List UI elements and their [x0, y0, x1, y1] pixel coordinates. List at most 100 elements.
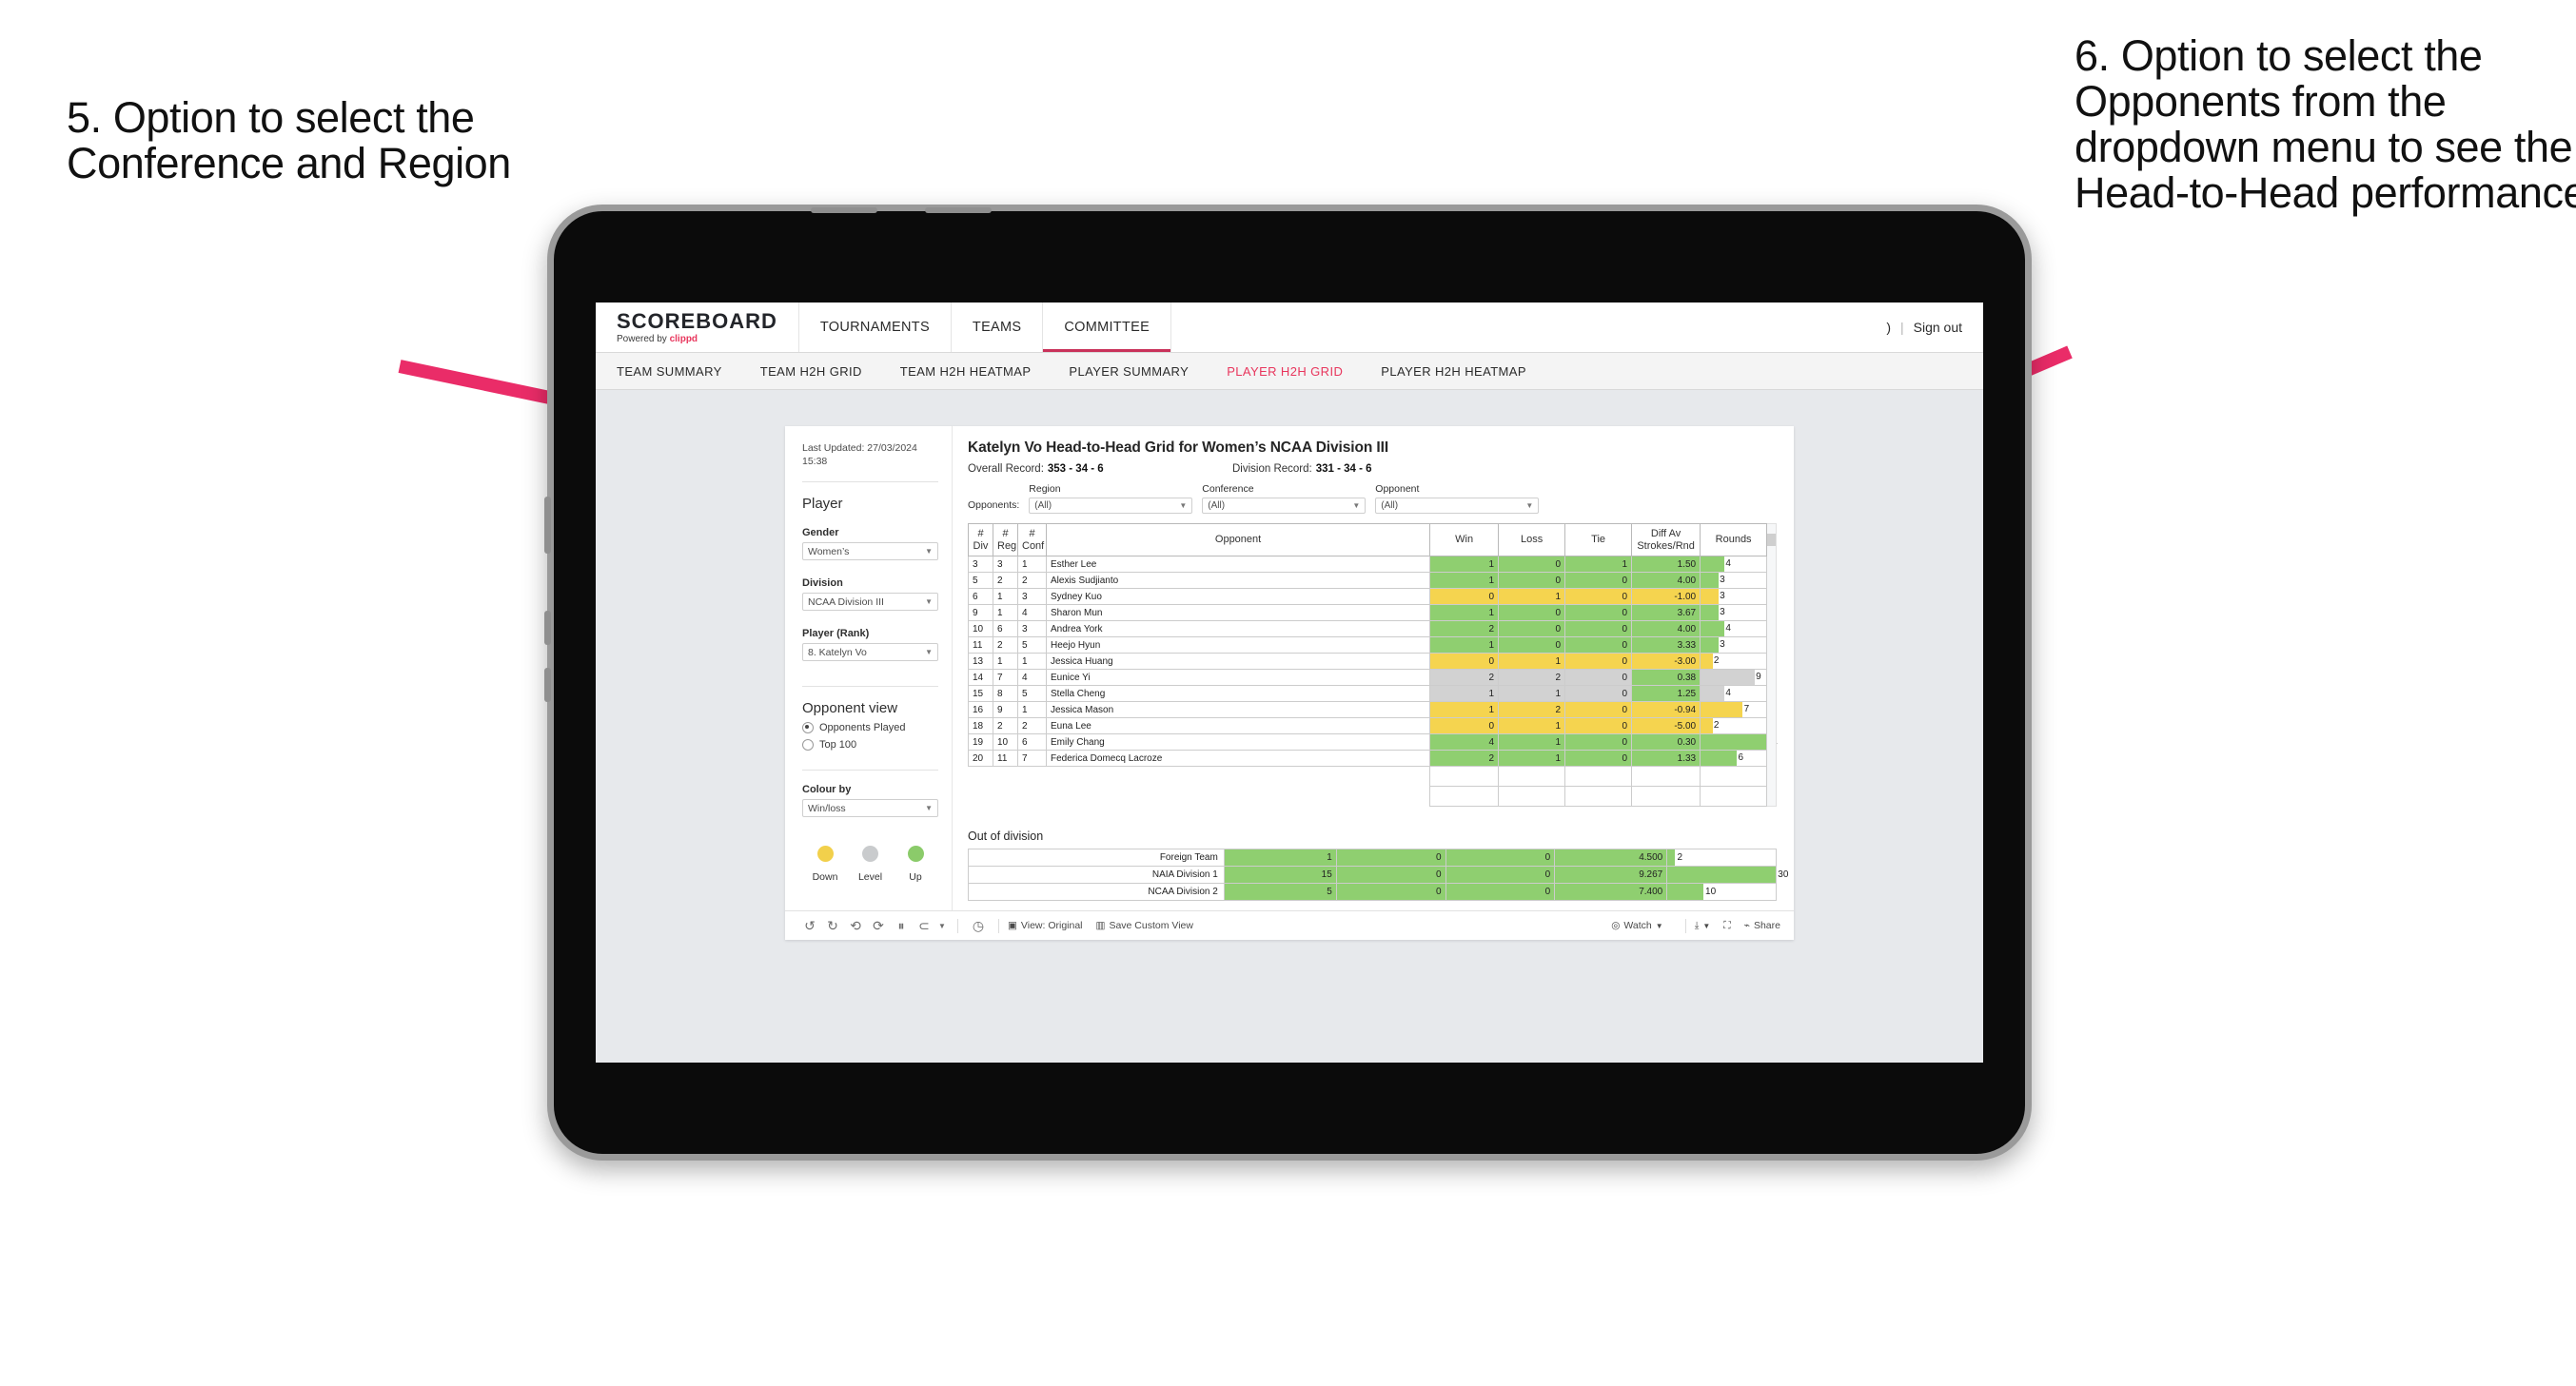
grid-scrollbar[interactable]: [1767, 523, 1777, 808]
page-title: Katelyn Vo Head-to-Head Grid for Women’s…: [968, 439, 1389, 456]
visualization-body: Last Updated: 27/03/2024 15:38 Player Ge…: [785, 426, 1794, 911]
cell-diff: 4.00: [1631, 620, 1701, 638]
cell-rounds: 4: [1700, 556, 1768, 574]
table-row[interactable]: 13 1 1 Jessica Huang 0 1 0 -3.00 2: [968, 653, 1768, 671]
user-chevron-icon[interactable]: ): [1886, 320, 1891, 335]
brand-logo[interactable]: SCOREBOARD Powered by clippd: [596, 303, 799, 352]
cell-div: 20: [968, 750, 993, 768]
refresh-icon[interactable]: ⟳: [867, 918, 890, 934]
table-header-row: # Div # Reg # Conf Opponent Win Loss Tie Di…: [968, 522, 1768, 557]
cell-opponent: Andrea York: [1045, 620, 1431, 638]
colour-by-select[interactable]: Win/loss ▼: [802, 799, 938, 818]
tablet-volume-down-button: [544, 668, 551, 702]
cell-conf: 7: [1017, 750, 1047, 768]
table-row[interactable]: 14 7 4 Eunice Yi 2 2 0 0.38 9: [968, 669, 1768, 687]
cell-win: 1: [1429, 572, 1500, 590]
table-row[interactable]: 15 8 5 Stella Cheng 1 1 0 1.25 4: [968, 685, 1768, 703]
table-row[interactable]: 10 6 3 Andrea York 2 0 0 4.00 4: [968, 620, 1768, 638]
fullscreen-button[interactable]: ⛶: [1723, 920, 1730, 932]
subnav-team-h2h-grid[interactable]: TEAM H2H GRID: [760, 364, 883, 379]
tablet-top-button-2: [925, 207, 992, 213]
cell-diff: 0.38: [1631, 669, 1701, 687]
table-row[interactable]: NCAA Division 2 5 0 0 7.400 10: [968, 883, 1777, 902]
cell-rounds: 2: [1700, 717, 1768, 735]
nav-teams[interactable]: TEAMS: [952, 303, 1044, 352]
app-header: SCOREBOARD Powered by clippd TOURNAMENTS…: [596, 303, 1983, 353]
cell-div: 5: [968, 572, 993, 590]
cell-conf: 1: [1017, 556, 1047, 574]
download-button[interactable]: ⤓ ▼: [1695, 920, 1711, 932]
cell-tie: 0: [1564, 572, 1633, 590]
cell-div: 15: [968, 685, 993, 703]
pause-auto-updates-icon[interactable]: ⏸: [890, 918, 913, 934]
undo-icon[interactable]: ↺: [798, 918, 821, 934]
divider: [802, 770, 938, 771]
player-rank-select[interactable]: 8. Katelyn Vo ▼: [802, 643, 938, 662]
brand-subtitle: Powered by clippd: [617, 334, 777, 344]
clock-history-icon[interactable]: ◷: [967, 918, 990, 934]
cell-win: 0: [1429, 588, 1500, 606]
table-row[interactable]: 16 9 1 Jessica Mason 1 2 0 -0.94 7: [968, 701, 1768, 719]
cell-rounds: 2: [1666, 849, 1777, 868]
grid-scrollbar-thumb[interactable]: [1767, 534, 1776, 546]
division-label: Division: [802, 577, 843, 590]
cell-tie: 0: [1564, 733, 1633, 752]
division-record: Division Record: 331 - 34 - 6: [1232, 463, 1372, 475]
table-row[interactable]: NAIA Division 1 15 0 0 9.267 30: [968, 866, 1788, 885]
table-row[interactable]: 18 2 2 Euna Lee 0 1 0 -5.00 2: [968, 717, 1768, 735]
cell-diff: -3.00: [1631, 653, 1701, 671]
cell-loss: 1: [1498, 717, 1566, 735]
nav-committee[interactable]: COMMITTEE: [1043, 303, 1172, 352]
chevron-down-icon[interactable]: ▼: [935, 922, 949, 930]
redo-icon[interactable]: ↻: [821, 918, 844, 934]
tablet-top-button-1: [811, 207, 877, 213]
subnav-team-summary[interactable]: TEAM SUMMARY: [617, 364, 743, 379]
out-of-division-table: Foreign Team 1 0 0 4.500 2 NAIA Division 1 15 0 0…: [968, 849, 1788, 902]
subnav-team-h2h-heatmap[interactable]: TEAM H2H HEATMAP: [900, 364, 1052, 379]
radio-top-100[interactable]: Top 100: [802, 739, 938, 752]
revert-icon[interactable]: ⟲: [844, 918, 867, 934]
table-row[interactable]: 6 1 3 Sydney Kuo 0 1 0 -1.00 3: [968, 588, 1768, 606]
sign-out-link[interactable]: Sign out: [1914, 320, 1962, 335]
opponent-select[interactable]: (All) ▼: [1375, 498, 1540, 514]
cell-loss: 1: [1498, 685, 1566, 703]
share-button[interactable]: ⌁ Share: [1744, 920, 1780, 931]
cell-opponent: Federica Domecq Lacroze: [1045, 750, 1431, 768]
save-custom-view-button[interactable]: ▥ Save Custom View: [1096, 920, 1193, 931]
cell-tie: 0: [1564, 604, 1633, 622]
cell-rounds: 3: [1700, 636, 1768, 654]
table-row[interactable]: 11 2 5 Heejo Hyun 1 0 0 3.33 3: [968, 636, 1768, 654]
cell-div: 11: [968, 636, 993, 654]
nav-tournaments[interactable]: TOURNAMENTS: [799, 303, 952, 352]
radio-opponents-played[interactable]: Opponents Played: [802, 722, 938, 734]
division-select[interactable]: NCAA Division III ▼: [802, 593, 938, 612]
watch-button[interactable]: ◎ Watch ▼: [1611, 920, 1662, 931]
table-row[interactable]: 3 3 1 Esther Lee 1 0 1 1.50 4: [968, 556, 1768, 574]
table-row[interactable]: 5 2 2 Alexis Sudjianto 1 0 0 4.00 3: [968, 572, 1768, 590]
gender-select[interactable]: Women’s ▼: [802, 542, 938, 561]
cell-conf: 4: [1017, 604, 1047, 622]
reset-icon[interactable]: ⊂: [913, 918, 935, 934]
subnav-player-h2h-heatmap[interactable]: PLAYER H2H HEATMAP: [1381, 364, 1547, 379]
conference-select[interactable]: (All) ▼: [1202, 498, 1367, 514]
colour-by-label: Colour by: [802, 784, 852, 796]
table-row[interactable]: 20 11 7 Federica Domecq Lacroze 2 1 0 1.33 6: [968, 750, 1768, 768]
cell-win: 4: [1429, 733, 1500, 752]
view-original-button[interactable]: ▣ View: Original: [1008, 920, 1083, 931]
watch-icon: ◎: [1611, 920, 1621, 932]
table-row[interactable]: 9 1 4 Sharon Mun 1 0 0 3.67 3: [968, 604, 1768, 622]
opponent-filter-row: Opponents: Region (All) ▼ Conference (Al…: [968, 483, 1777, 514]
table-row[interactable]: Foreign Team 1 0 0 4.500 2: [968, 849, 1777, 868]
cell-reg: 8: [993, 685, 1018, 703]
cell-opponent: Jessica Mason: [1045, 701, 1431, 719]
main-content: Katelyn Vo Head-to-Head Grid for Women’s…: [953, 426, 1794, 910]
col-opponent: Opponent: [1045, 522, 1431, 557]
region-select[interactable]: (All) ▼: [1029, 498, 1193, 514]
subnav-player-h2h-grid[interactable]: PLAYER H2H GRID: [1227, 364, 1364, 379]
cell-loss: 0: [1498, 556, 1566, 574]
cell-diff: 3.33: [1631, 636, 1701, 654]
subnav-player-summary[interactable]: PLAYER SUMMARY: [1069, 364, 1209, 379]
chevron-down-icon: ▼: [925, 803, 933, 812]
table-row[interactable]: 19106Emily Chang4100.3011: [968, 733, 1778, 752]
colour-by-value: Win/loss: [808, 802, 846, 814]
